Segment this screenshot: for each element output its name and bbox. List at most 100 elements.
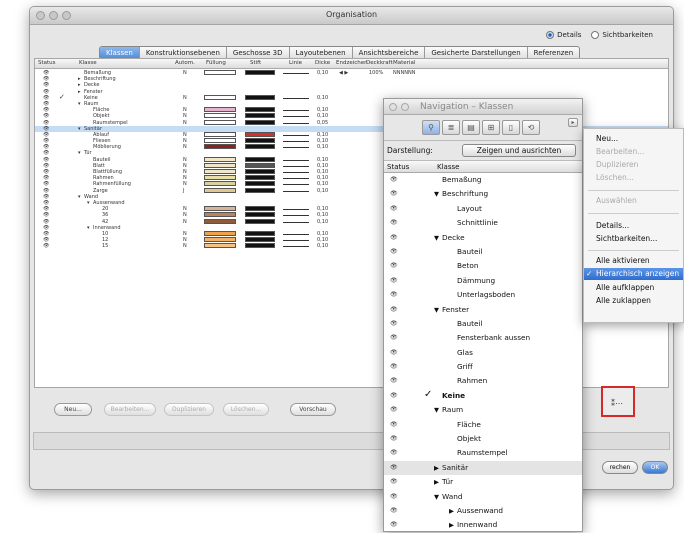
nav-minimize-icon[interactable] <box>401 103 409 111</box>
pen-swatch[interactable] <box>245 243 275 249</box>
nav-list-item[interactable]: 👁 Schnittlinie <box>384 216 582 230</box>
nav-list-item[interactable]: 👁 Objekt <box>384 432 582 446</box>
visibility-icon[interactable]: 👁 <box>390 377 398 384</box>
visibility-icon[interactable]: 👁 <box>390 219 398 226</box>
col-endzeichen[interactable]: Endzeichen <box>336 60 368 66</box>
duplicate-button[interactable]: Duplizieren <box>164 403 214 416</box>
nav-list-item[interactable]: 👁 Layout <box>384 202 582 216</box>
visibility-icon[interactable]: 👁 <box>43 132 49 138</box>
disclosure-icon[interactable]: ▶ <box>449 521 454 529</box>
darstellung-select[interactable]: Zeigen und ausrichten <box>462 144 576 157</box>
disclosure-icon[interactable]: ▼ <box>434 493 439 501</box>
navigation-palette-button[interactable]: ⁑⋯ <box>601 386 635 417</box>
pen-swatch[interactable] <box>245 212 275 218</box>
fill-swatch[interactable] <box>204 243 236 249</box>
nav-list-item[interactable]: 👁 ▶ Sanitär <box>384 460 582 476</box>
pen-swatch[interactable] <box>245 156 275 162</box>
pen-swatch[interactable] <box>245 70 275 75</box>
fill-swatch[interactable] <box>204 175 236 181</box>
visibility-icon[interactable]: 👁 <box>390 392 398 399</box>
nav-list-item[interactable]: 👁 ▶ Tür <box>384 475 582 489</box>
menu-item-auswaehlen[interactable]: Auswählen <box>596 196 637 205</box>
fill-swatch[interactable] <box>204 131 236 137</box>
disclosure-icon[interactable]: ▶ <box>434 464 439 472</box>
visibility-icon[interactable]: 👁 <box>390 449 398 456</box>
preview-button[interactable]: Vorschau <box>290 403 336 416</box>
menu-item-bearbeiten[interactable]: Bearbeiten... <box>596 147 644 156</box>
pen-swatch[interactable] <box>245 138 275 144</box>
visibility-icon[interactable]: 👁 <box>43 120 49 126</box>
ok-button[interactable]: OK <box>642 461 668 474</box>
visibility-icon[interactable]: 👁 <box>43 225 49 231</box>
disclosure-icon[interactable]: ▶ <box>434 478 439 486</box>
nav-list-item[interactable]: 👁 Bauteil <box>384 317 582 331</box>
visibility-icon[interactable]: 👁 <box>390 478 398 485</box>
nav-list-item[interactable]: 👁 Bemaßung <box>384 173 582 187</box>
menu-item-sichtbarkeiten[interactable]: Sichtbarkeiten... <box>596 234 657 243</box>
col-dicke[interactable]: Dicke <box>315 60 330 66</box>
pen-swatch[interactable] <box>245 107 275 113</box>
visibility-icon[interactable]: 👁 <box>43 194 49 200</box>
panel-menu-icon[interactable]: ▸ <box>568 118 578 127</box>
disclosure-icon[interactable]: ▾ <box>78 194 81 200</box>
cancel-button[interactable]: rechen <box>602 461 638 474</box>
nav-list-item[interactable]: 👁 ▶ Aussenwand <box>384 504 582 518</box>
delete-button[interactable]: Löschen... <box>223 403 269 416</box>
disclosure-icon[interactable]: ▾ <box>78 101 81 107</box>
disclosure-icon[interactable]: ▾ <box>87 200 90 206</box>
visibility-icon[interactable]: 👁 <box>390 176 398 183</box>
visibility-icon[interactable]: 👁 <box>390 521 398 528</box>
pen-swatch[interactable] <box>245 144 275 150</box>
visibility-icon[interactable]: 👁 <box>43 138 49 144</box>
fill-swatch[interactable] <box>204 138 236 144</box>
pen-swatch[interactable] <box>245 206 275 212</box>
pen-swatch[interactable] <box>245 131 275 137</box>
visibility-icon[interactable]: 👁 <box>43 95 49 101</box>
menu-item-loeschen[interactable]: Löschen... <box>596 173 634 182</box>
visibility-icon[interactable]: 👁 <box>43 157 49 163</box>
nav-list-item[interactable]: 👁 Unterlagsboden <box>384 288 582 302</box>
nav-list-item[interactable]: 👁 Bauteil <box>384 245 582 259</box>
reference-tool-icon[interactable]: ⟲ <box>522 120 540 135</box>
col-deckkraft[interactable]: Deckkraft <box>366 60 393 66</box>
viewport-tool-icon[interactable]: ⊞ <box>482 120 500 135</box>
nav-list-item[interactable]: 👁 ▼ Fenster <box>384 303 582 317</box>
visibility-icon[interactable]: 👁 <box>390 248 398 255</box>
nav-list-item[interactable]: 👁 Beton <box>384 259 582 273</box>
col-linie[interactable]: Linie <box>289 60 302 66</box>
sheet-tool-icon[interactable]: ▤ <box>462 120 480 135</box>
visibility-icon[interactable]: 👁 <box>43 70 49 76</box>
col-status[interactable]: Status <box>38 60 56 66</box>
visibility-icon[interactable]: 👁 <box>43 181 49 187</box>
visibility-icon[interactable]: 👁 <box>390 363 398 370</box>
classes-tool-icon[interactable]: ⚲ <box>422 120 440 135</box>
fill-swatch[interactable] <box>204 212 236 218</box>
fill-swatch[interactable] <box>204 144 236 150</box>
pen-swatch[interactable] <box>245 175 275 181</box>
visibility-icon[interactable]: 👁 <box>43 237 49 243</box>
visibility-icon[interactable]: 👁 <box>43 89 49 95</box>
pen-swatch[interactable] <box>245 113 275 119</box>
nav-list-item[interactable]: 👁 ▼ Decke <box>384 231 582 245</box>
document-tool-icon[interactable]: ▯ <box>502 120 520 135</box>
visibility-icon[interactable]: 👁 <box>390 306 398 313</box>
nav-list-item[interactable]: 👁 Griff <box>384 360 582 374</box>
visibility-icon[interactable]: 👁 <box>43 206 49 212</box>
nav-list-item[interactable]: 👁 ▼ Beschriftung <box>384 187 582 201</box>
visibility-icon[interactable]: 👁 <box>43 126 49 132</box>
nav-list-item[interactable]: 👁 ✓ Keine <box>384 389 582 403</box>
disclosure-icon[interactable]: ▸ <box>78 89 81 95</box>
menu-item-alle-zuklappen[interactable]: Alle zuklappen <box>596 296 651 305</box>
fill-swatch[interactable] <box>204 107 236 113</box>
fill-swatch[interactable] <box>204 156 236 162</box>
disclosure-icon[interactable]: ▾ <box>87 225 90 231</box>
visibility-icon[interactable]: 👁 <box>43 188 49 194</box>
fill-swatch[interactable] <box>204 237 236 243</box>
menu-item-neu[interactable]: Neu... <box>596 134 618 143</box>
disclosure-icon[interactable]: ▾ <box>78 126 81 132</box>
nav-list-item[interactable]: 👁 Fensterbank aussen <box>384 331 582 345</box>
nav-close-icon[interactable] <box>389 103 397 111</box>
nav-list-item[interactable]: 👁 Rahmen <box>384 374 582 388</box>
edit-button[interactable]: Bearbeiten... <box>104 403 156 416</box>
layers-tool-icon[interactable]: ≣ <box>442 120 460 135</box>
